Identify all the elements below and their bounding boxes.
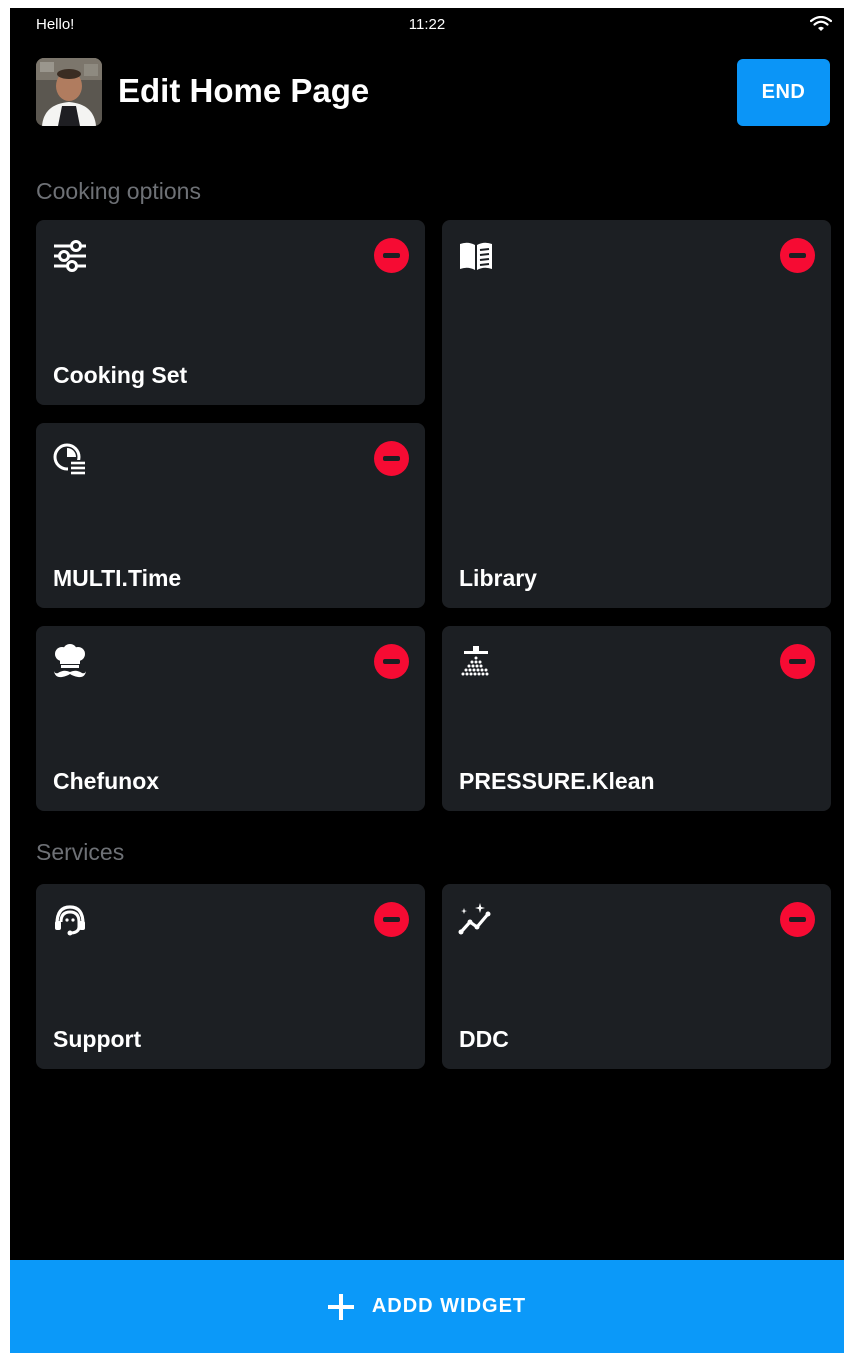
headset-icon [55, 905, 85, 936]
widget-label-library: Library [459, 565, 537, 591]
widget-card-library[interactable]: Library [442, 220, 831, 608]
wifi-icon [810, 16, 832, 31]
remove-multi-time-button[interactable] [374, 441, 409, 476]
shower-clean-icon [461, 646, 489, 676]
widget-card-multi-time[interactable]: MULTI.Time [36, 423, 425, 608]
end-button[interactable]: END [737, 59, 830, 126]
book-icon [460, 242, 492, 270]
remove-ddc-button[interactable] [780, 902, 815, 937]
plus-icon [327, 1293, 354, 1320]
app-screen: Hello! 11:22 Edit Home Page END Cooking … [10, 8, 844, 1353]
chef-mustache-icon [54, 644, 86, 678]
page-title: Edit Home Page [118, 72, 370, 109]
widget-label-pressure-klean: PRESSURE.Klean [459, 768, 655, 794]
multi-timer-icon [53, 443, 86, 475]
remove-pressure-klean-button[interactable] [780, 644, 815, 679]
status-time: 11:22 [408, 16, 446, 33]
widget-card-pressure-klean[interactable]: PRESSURE.Klean [442, 626, 831, 811]
widget-label-multi-time: MULTI.Time [53, 565, 182, 591]
remove-chefunox-button[interactable] [374, 644, 409, 679]
widget-label-cooking-set: Cooking Set [53, 362, 188, 388]
add-widget-label: ADDD WIDGET [371, 1295, 527, 1317]
widget-card-ddc[interactable]: DDC [442, 884, 831, 1069]
sparkle-chart-icon [458, 903, 491, 935]
widget-label-support: Support [53, 1026, 142, 1052]
widget-card-chefunox[interactable]: Chefunox [36, 626, 425, 811]
widget-label-chefunox: Chefunox [53, 768, 160, 794]
sliders-icon [54, 240, 86, 272]
section-title-cooking-options: Cooking options [36, 178, 201, 204]
add-widget-button[interactable]: ADDD WIDGET [10, 1260, 844, 1353]
widget-card-cooking-set[interactable]: Cooking Set [36, 220, 425, 405]
widget-card-support[interactable]: Support [36, 884, 425, 1069]
avatar[interactable] [36, 58, 102, 126]
widget-label-ddc: DDC [459, 1026, 509, 1052]
remove-support-button[interactable] [374, 902, 409, 937]
remove-library-button[interactable] [780, 238, 815, 273]
remove-cooking-set-button[interactable] [374, 238, 409, 273]
section-title-services: Services [36, 839, 125, 865]
